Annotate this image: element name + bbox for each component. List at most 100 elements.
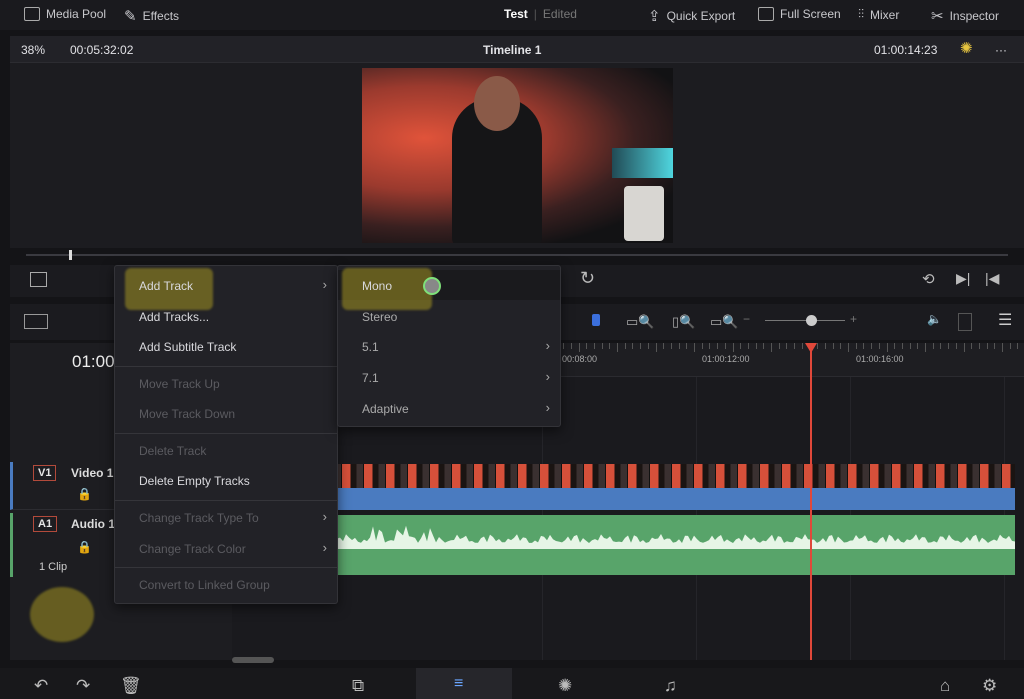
ruler-tick: [709, 343, 711, 349]
chevron-right-icon: ›: [322, 277, 327, 292]
inspector-button[interactable]: ✂ Inspector: [931, 7, 999, 25]
track-name: Video 1: [71, 466, 114, 480]
submenu-item-label: 5.1: [362, 340, 379, 354]
fairlight-page-icon[interactable]: ♫: [664, 676, 677, 696]
ruler-tick: [763, 343, 765, 349]
effects-icon: ✎: [124, 8, 137, 25]
clip-thumbnail: [782, 464, 804, 488]
more-icon[interactable]: ···: [995, 43, 1007, 57]
full-screen-button[interactable]: Full Screen: [758, 7, 841, 21]
ruler-label: 00:08:00: [562, 354, 598, 364]
media-pool-button[interactable]: Media Pool: [24, 7, 106, 21]
zoom-slider-handle[interactable]: [806, 315, 817, 326]
clip-thumbnail: [672, 464, 694, 488]
zoom-custom-icon[interactable]: ▭🔍: [710, 314, 738, 330]
submenu-item-stereo[interactable]: Stereo: [362, 310, 560, 324]
full-screen-label: Full Screen: [780, 7, 841, 21]
ruler-tick: [909, 343, 911, 349]
zoom-level[interactable]: 38%: [21, 43, 45, 57]
top-bar: Media Pool ✎ Effects Test | Edited ⇪ Quick E…: [0, 0, 1024, 30]
playhead[interactable]: [810, 343, 812, 660]
menu-item-add-subtitle-track[interactable]: Add Subtitle Track: [139, 340, 337, 354]
next-frame-icon[interactable]: ▶|: [956, 270, 970, 287]
zoom-in-icon[interactable]: +: [850, 312, 857, 326]
zoom-detail-icon[interactable]: ▯🔍: [672, 314, 695, 330]
timeline-view-icon[interactable]: [24, 314, 48, 329]
edit-page-tab[interactable]: ≡: [416, 668, 512, 699]
clip-thumbnail: [540, 464, 562, 488]
menu-icon[interactable]: ☰: [998, 310, 1012, 330]
ruler-tick: [593, 343, 595, 349]
audio-clip[interactable]: [232, 515, 1015, 575]
cut-page-icon[interactable]: ⧉: [352, 676, 364, 696]
menu-item-label: Delete Empty Tracks: [139, 474, 250, 488]
ruler-tick: [701, 343, 703, 349]
zoom-slider[interactable]: [765, 320, 845, 321]
ruler-tick: [1009, 343, 1011, 349]
effects-button[interactable]: ✎ Effects: [124, 7, 179, 25]
redo-icon[interactable]: ↷: [76, 676, 90, 696]
audio-meter-icon[interactable]: [958, 313, 972, 331]
submenu-item-mono[interactable]: Mono: [362, 279, 560, 293]
trash-icon[interactable]: 🗑: [120, 676, 142, 696]
prev-frame-icon[interactable]: |◀: [985, 270, 999, 287]
menu-item-label: Convert to Linked Group: [139, 578, 270, 592]
lock-icon[interactable]: 🔒: [77, 540, 92, 554]
menu-item-add-tracks[interactable]: Add Tracks...: [139, 310, 337, 324]
full-screen-icon: [758, 7, 774, 21]
menu-item-add-track[interactable]: Add Track ›: [139, 277, 337, 293]
media-pool-label: Media Pool: [46, 7, 107, 21]
match-frame-icon[interactable]: ⟲: [922, 270, 935, 288]
settings-icon[interactable]: ⚙: [982, 676, 997, 696]
ruler-tick: [832, 343, 834, 349]
menu-item-delete-empty-tracks[interactable]: Delete Empty Tracks: [139, 474, 337, 488]
ruler-tick: [871, 343, 873, 349]
transform-icon[interactable]: [30, 272, 47, 287]
export-icon: ⇪: [648, 8, 661, 25]
clip-thumbnail: [1002, 464, 1015, 488]
menu-item-label: Change Track Color: [139, 542, 246, 556]
marker-icon[interactable]: [592, 314, 600, 326]
zoom-full-icon[interactable]: ▭🔍: [626, 314, 654, 330]
ruler-tick: [963, 343, 965, 352]
color-icon[interactable]: ✺: [960, 39, 973, 57]
menu-separator: [115, 567, 337, 568]
clip-thumbnail: [342, 464, 364, 488]
timeline-timecode: 01:00: [72, 352, 115, 371]
submenu-item-7-1[interactable]: 7.1 ›: [362, 369, 560, 385]
timeline-name[interactable]: Timeline 1: [483, 43, 541, 57]
undo-icon[interactable]: ↶: [34, 676, 48, 696]
ruler-tick: [824, 343, 826, 349]
lock-icon[interactable]: 🔒: [77, 487, 92, 501]
ruler-tick: [886, 343, 888, 352]
menu-item-label: Add Subtitle Track: [139, 340, 237, 354]
menu-separator: [115, 433, 337, 434]
project-status: Edited: [542, 7, 577, 21]
ruler-tick: [563, 343, 565, 349]
zoom-out-icon[interactable]: −: [743, 312, 750, 326]
submenu-item-adaptive[interactable]: Adaptive ›: [362, 400, 560, 416]
home-icon[interactable]: ⌂: [940, 676, 950, 696]
ruler-tick: [609, 343, 611, 349]
project-name: Test: [504, 7, 528, 21]
color-page-icon[interactable]: ✺: [558, 676, 572, 696]
clip-thumbnail: [914, 464, 936, 488]
submenu-item-label: Adaptive: [362, 402, 409, 416]
clip-thumbnail: [760, 464, 782, 488]
quick-export-button[interactable]: ⇪ Quick Export: [648, 7, 735, 25]
timeline-duration[interactable]: 00:05:32:02: [70, 43, 133, 57]
playhead-handle[interactable]: [805, 343, 817, 353]
clip-thumbnail: [650, 464, 672, 488]
menu-separator: [115, 500, 337, 501]
mixer-button[interactable]: ⫶⫶ Mixer: [858, 7, 899, 22]
submenu-item-5-1[interactable]: 5.1 ›: [362, 338, 560, 354]
ruler-tick: [994, 343, 996, 349]
scrubber-handle[interactable]: [69, 250, 72, 260]
scrubber[interactable]: [26, 254, 1008, 256]
volume-icon[interactable]: 🔈: [927, 312, 942, 326]
clip-thumbnail: [628, 464, 650, 488]
video-clip[interactable]: [232, 464, 1015, 510]
ruler-tick: [663, 343, 665, 349]
loop-icon[interactable]: ↻: [580, 268, 595, 289]
horizontal-scrollbar[interactable]: [232, 657, 274, 663]
